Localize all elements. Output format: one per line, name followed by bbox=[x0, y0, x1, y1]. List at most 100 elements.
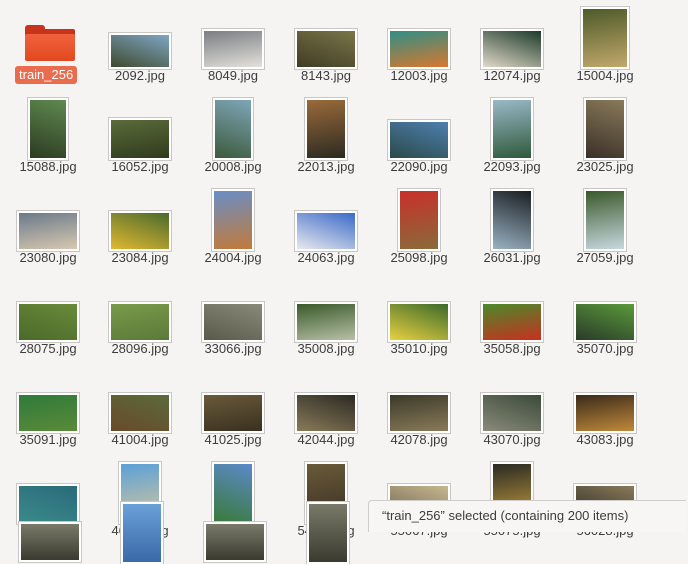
thumbnail-frame bbox=[94, 1, 186, 69]
thumbnail-frame bbox=[94, 365, 186, 433]
file-item-23025[interactable]: 23025.jpg bbox=[559, 92, 651, 183]
thumbnail-frame bbox=[559, 183, 651, 251]
image-thumbnail bbox=[202, 393, 264, 433]
file-item-43083[interactable]: 43083.jpg bbox=[559, 365, 651, 456]
thumbnail-frame bbox=[94, 274, 186, 342]
file-item-15088[interactable]: 15088.jpg bbox=[2, 92, 94, 183]
file-item-23080[interactable]: 23080.jpg bbox=[2, 183, 94, 274]
image-thumbnail bbox=[17, 393, 79, 433]
image-thumbnail bbox=[295, 393, 357, 433]
file-name-label: 25098.jpg bbox=[390, 250, 448, 265]
image-thumbnail[interactable] bbox=[121, 502, 163, 564]
file-name-label: 28096.jpg bbox=[111, 341, 169, 356]
thumbnail-frame bbox=[94, 183, 186, 251]
thumbnail-frame bbox=[187, 183, 279, 251]
file-item-35070[interactable]: 35070.jpg bbox=[559, 274, 651, 365]
file-name-label: 26031.jpg bbox=[483, 250, 541, 265]
folder-icon bbox=[25, 25, 75, 61]
thumbnail-frame bbox=[373, 365, 465, 433]
image-thumbnail[interactable] bbox=[307, 502, 349, 564]
thumbnail-frame bbox=[373, 1, 465, 69]
file-item-25098[interactable]: 25098.jpg bbox=[373, 183, 465, 274]
image-thumbnail bbox=[212, 462, 254, 524]
file-item-2092[interactable]: 2092.jpg bbox=[94, 1, 186, 92]
file-name-label: 15004.jpg bbox=[576, 68, 634, 83]
folder-item-train-256[interactable]: train_256 bbox=[2, 1, 94, 92]
file-item-16052[interactable]: 16052.jpg bbox=[94, 92, 186, 183]
file-item-42044[interactable]: 42044.jpg bbox=[280, 365, 372, 456]
thumbnail-frame bbox=[559, 92, 651, 160]
thumbnail-frame bbox=[2, 365, 94, 433]
image-thumbnail bbox=[109, 33, 171, 69]
image-thumbnail bbox=[581, 7, 629, 69]
image-thumbnail bbox=[388, 302, 450, 342]
image-thumbnail bbox=[481, 393, 543, 433]
file-item-8049[interactable]: 8049.jpg bbox=[187, 1, 279, 92]
file-name-label: 35091.jpg bbox=[19, 432, 77, 447]
file-name-label: 43083.jpg bbox=[576, 432, 634, 447]
file-item-15004[interactable]: 15004.jpg bbox=[559, 1, 651, 92]
image-thumbnail bbox=[574, 393, 636, 433]
thumbnail-frame bbox=[466, 274, 558, 342]
image-thumbnail bbox=[481, 302, 543, 342]
file-item-41004[interactable]: 41004.jpg bbox=[94, 365, 186, 456]
file-item-20008[interactable]: 20008.jpg bbox=[187, 92, 279, 183]
file-name-label: 41025.jpg bbox=[204, 432, 262, 447]
image-thumbnail bbox=[202, 302, 264, 342]
file-item-24063[interactable]: 24063.jpg bbox=[280, 183, 372, 274]
file-name-label: 42044.jpg bbox=[297, 432, 355, 447]
file-item-22090[interactable]: 22090.jpg bbox=[373, 92, 465, 183]
thumbnail-frame bbox=[466, 1, 558, 69]
image-thumbnail bbox=[388, 29, 450, 69]
thumbnail-frame bbox=[559, 365, 651, 433]
file-item-41025[interactable]: 41025.jpg bbox=[187, 365, 279, 456]
file-item-33066[interactable]: 33066.jpg bbox=[187, 274, 279, 365]
file-item-12003[interactable]: 12003.jpg bbox=[373, 1, 465, 92]
file-item-27059[interactable]: 27059.jpg bbox=[559, 183, 651, 274]
file-name-label: 35010.jpg bbox=[390, 341, 448, 356]
status-text: “train_256” selected (containing 200 ite… bbox=[382, 508, 629, 523]
thumbnail-frame bbox=[466, 92, 558, 160]
thumbnail-frame bbox=[559, 1, 651, 69]
file-item-43070[interactable]: 43070.jpg bbox=[466, 365, 558, 456]
file-item-23084[interactable]: 23084.jpg bbox=[94, 183, 186, 274]
thumbnail-frame bbox=[373, 92, 465, 160]
file-name-label: 22093.jpg bbox=[483, 159, 541, 174]
file-item-35058[interactable]: 35058.jpg bbox=[466, 274, 558, 365]
image-thumbnail[interactable] bbox=[19, 522, 81, 562]
file-item-24004[interactable]: 24004.jpg bbox=[187, 183, 279, 274]
file-name-label: 41004.jpg bbox=[111, 432, 169, 447]
image-thumbnail bbox=[398, 189, 440, 251]
image-thumbnail bbox=[109, 211, 171, 251]
file-item-28075[interactable]: 28075.jpg bbox=[2, 274, 94, 365]
file-item-42078[interactable]: 42078.jpg bbox=[373, 365, 465, 456]
file-item-22013[interactable]: 22013.jpg bbox=[280, 92, 372, 183]
file-name-label: 12074.jpg bbox=[483, 68, 541, 83]
thumbnail-frame bbox=[280, 92, 372, 160]
file-name-label: 35008.jpg bbox=[297, 341, 355, 356]
file-name-label: 23080.jpg bbox=[19, 250, 77, 265]
file-item-22093[interactable]: 22093.jpg bbox=[466, 92, 558, 183]
image-thumbnail[interactable] bbox=[204, 522, 266, 562]
file-grid: train_256 2092.jpg 8049.jpg 8143.jpg 12003.… bbox=[0, 0, 688, 564]
file-item-26031[interactable]: 26031.jpg bbox=[466, 183, 558, 274]
file-item-12074[interactable]: 12074.jpg bbox=[466, 1, 558, 92]
thumbnail-frame bbox=[187, 1, 279, 69]
image-thumbnail bbox=[109, 302, 171, 342]
thumbnail-frame bbox=[559, 274, 651, 342]
file-name-label: 24004.jpg bbox=[204, 250, 262, 265]
file-item-35008[interactable]: 35008.jpg bbox=[280, 274, 372, 365]
thumbnail-frame bbox=[280, 274, 372, 342]
file-item-8143[interactable]: 8143.jpg bbox=[280, 1, 372, 92]
file-name-label: 28075.jpg bbox=[19, 341, 77, 356]
file-name-label: 33066.jpg bbox=[204, 341, 262, 356]
file-name-label: 22090.jpg bbox=[390, 159, 448, 174]
image-thumbnail bbox=[388, 393, 450, 433]
file-name-label: 12003.jpg bbox=[390, 68, 448, 83]
image-thumbnail bbox=[305, 98, 347, 160]
image-thumbnail bbox=[295, 211, 357, 251]
file-item-28096[interactable]: 28096.jpg bbox=[94, 274, 186, 365]
file-name-label: 8049.jpg bbox=[208, 68, 258, 83]
file-item-35010[interactable]: 35010.jpg bbox=[373, 274, 465, 365]
file-item-35091[interactable]: 35091.jpg bbox=[2, 365, 94, 456]
